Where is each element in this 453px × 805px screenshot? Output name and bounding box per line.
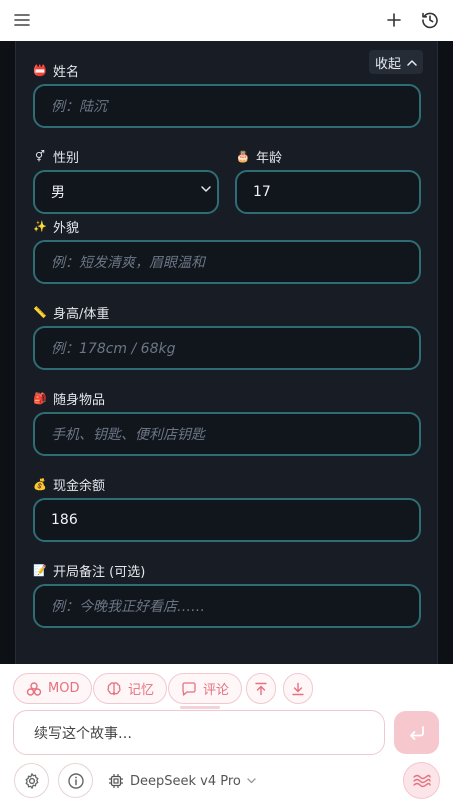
gender-label: ⚥ 性别 (33, 147, 79, 166)
info-icon (67, 772, 84, 789)
character-form-panel: 收起 📛 姓名 例：陆沉 ⚥ 性别 男 🎂 年龄 17 ✨ 外貌 例：短发清爽，… (15, 41, 438, 664)
memo-icon: 📝 (33, 564, 47, 577)
sparkles-icon: ✨ (33, 220, 47, 233)
history-clock-icon[interactable] (419, 9, 441, 31)
notes-label: 📝 开局备注 (可选) (33, 564, 146, 580)
comment-button[interactable]: 评论 (168, 673, 243, 704)
mod-button[interactable]: MOD (13, 673, 93, 704)
chevron-down-icon (247, 778, 256, 784)
chevron-up-icon (407, 59, 417, 66)
name-input[interactable]: 例：陆沉 (33, 84, 421, 128)
height-weight-label: 📏 身高/体重 (33, 306, 110, 322)
send-button[interactable] (394, 711, 439, 754)
collapse-label: 收起 (374, 56, 401, 72)
chevron-down-icon (201, 186, 211, 192)
belongings-label: 🎒 随身物品 (33, 392, 106, 408)
composer-area: MOD 记忆 评论 续写这个故事… DeepSeek v4 Pro (0, 664, 453, 805)
story-input[interactable]: 续写这个故事… (13, 710, 385, 755)
scroll-top-button[interactable] (246, 673, 276, 704)
ruler-icon: 📏 (33, 306, 47, 319)
belongings-input[interactable]: 手机、钥匙、便利店钥匙 (33, 412, 421, 456)
info-button[interactable] (58, 763, 93, 798)
plus-icon[interactable] (383, 9, 405, 31)
drag-handle[interactable] (180, 706, 220, 709)
cash-label: 💰 现金余额 (33, 478, 106, 494)
hamburger-menu-icon[interactable] (11, 9, 33, 31)
backpack-icon: 🎒 (33, 392, 47, 405)
appearance-input[interactable]: 例：短发清爽，眉眼温和 (33, 240, 421, 284)
gender-select[interactable]: 男 (33, 170, 219, 214)
speech-bubble-icon (182, 681, 196, 696)
notes-input[interactable]: 例：今晚我正好看店…… (33, 584, 421, 628)
age-input[interactable]: 17 (235, 170, 421, 214)
brain-icon (107, 681, 121, 696)
collapse-button[interactable]: 收起 (368, 50, 423, 74)
waves-icon (412, 774, 431, 787)
scroll-bottom-button[interactable] (283, 673, 313, 704)
cash-input[interactable]: 186 (33, 498, 421, 542)
birthday-cake-icon: 🎂 (236, 150, 250, 163)
voice-wave-button[interactable] (403, 762, 440, 799)
arrow-up-to-line-icon (255, 682, 267, 695)
age-label: 🎂 年龄 (236, 150, 283, 166)
main-area: 收起 📛 姓名 例：陆沉 ⚥ 性别 男 🎂 年龄 17 ✨ 外貌 例：短发清爽，… (0, 41, 453, 664)
appearance-label: ✨ 外貌 (33, 220, 80, 236)
name-tag-icon: 📛 (33, 64, 47, 77)
cubes-icon (26, 681, 42, 696)
gear-icon (25, 772, 38, 789)
chip-processor-icon (109, 774, 123, 788)
arrow-down-to-line-icon (292, 682, 304, 695)
top-bar (0, 0, 453, 41)
height-weight-input[interactable]: 例：178cm / 68kg (33, 326, 421, 370)
name-label: 📛 姓名 (33, 64, 80, 80)
money-bag-icon: 💰 (33, 478, 47, 491)
settings-button[interactable] (14, 763, 49, 798)
model-selector[interactable]: DeepSeek v4 Pro (108, 768, 256, 794)
enter-return-icon (409, 725, 424, 740)
gender-symbol-icon: ⚥ (35, 150, 45, 163)
memory-button[interactable]: 记忆 (93, 673, 168, 704)
